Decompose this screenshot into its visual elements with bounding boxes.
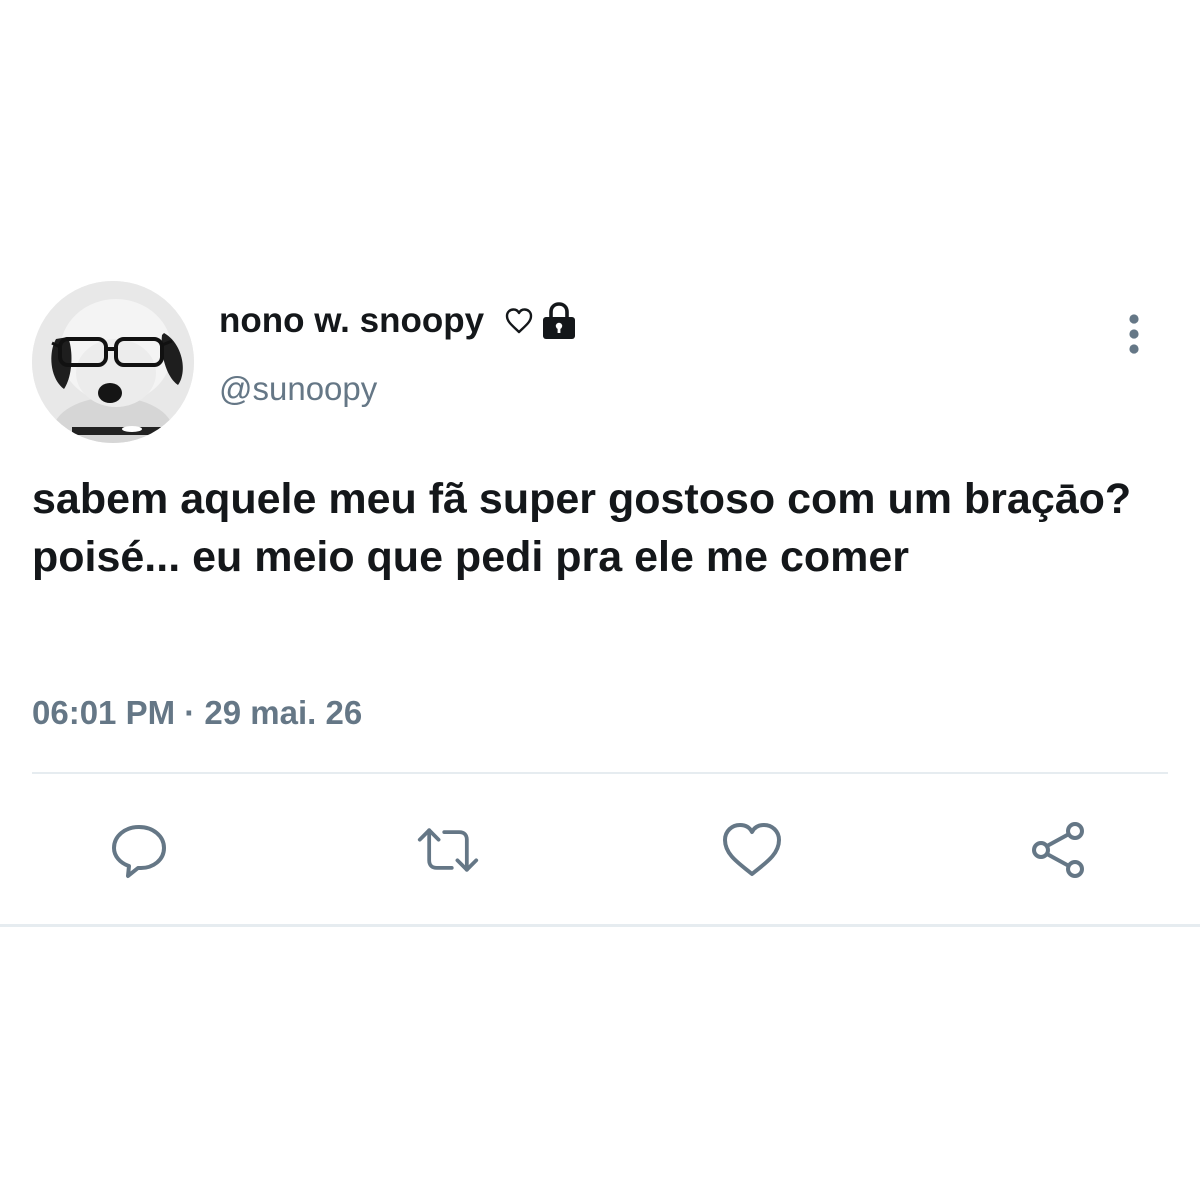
heart-outline-icon [504, 306, 534, 336]
snoopy-plush-image [32, 281, 194, 443]
more-options-button[interactable] [1114, 310, 1154, 358]
tweet-date: 29 mai. 26 [204, 694, 363, 731]
lock-icon [540, 301, 578, 341]
display-name[interactable]: nono w. snoopy [219, 301, 484, 341]
tweet-text: sabem aquele meu fã super gostoso com um… [32, 475, 1132, 581]
like-icon [723, 823, 781, 876]
vertical-dots-icon [1129, 314, 1139, 354]
retweet-button[interactable] [416, 818, 480, 882]
timestamp-separator: · [184, 694, 196, 731]
share-icon [1032, 822, 1084, 878]
reply-icon [112, 825, 166, 878]
like-button[interactable] [720, 818, 784, 882]
share-button[interactable] [1027, 818, 1091, 882]
reply-button[interactable] [107, 818, 171, 882]
display-name-row: nono w. snoopy [219, 300, 578, 342]
tweet-timestamp[interactable]: 06:01 PM · 29 mai. 26 [32, 694, 362, 732]
name-icons [504, 301, 578, 341]
divider [0, 924, 1200, 927]
user-handle[interactable]: @sunoopy [219, 370, 377, 408]
divider [32, 772, 1168, 774]
tweet-time: 06:01 PM [32, 694, 176, 731]
retweet-icon [417, 828, 479, 872]
avatar[interactable] [32, 281, 194, 443]
